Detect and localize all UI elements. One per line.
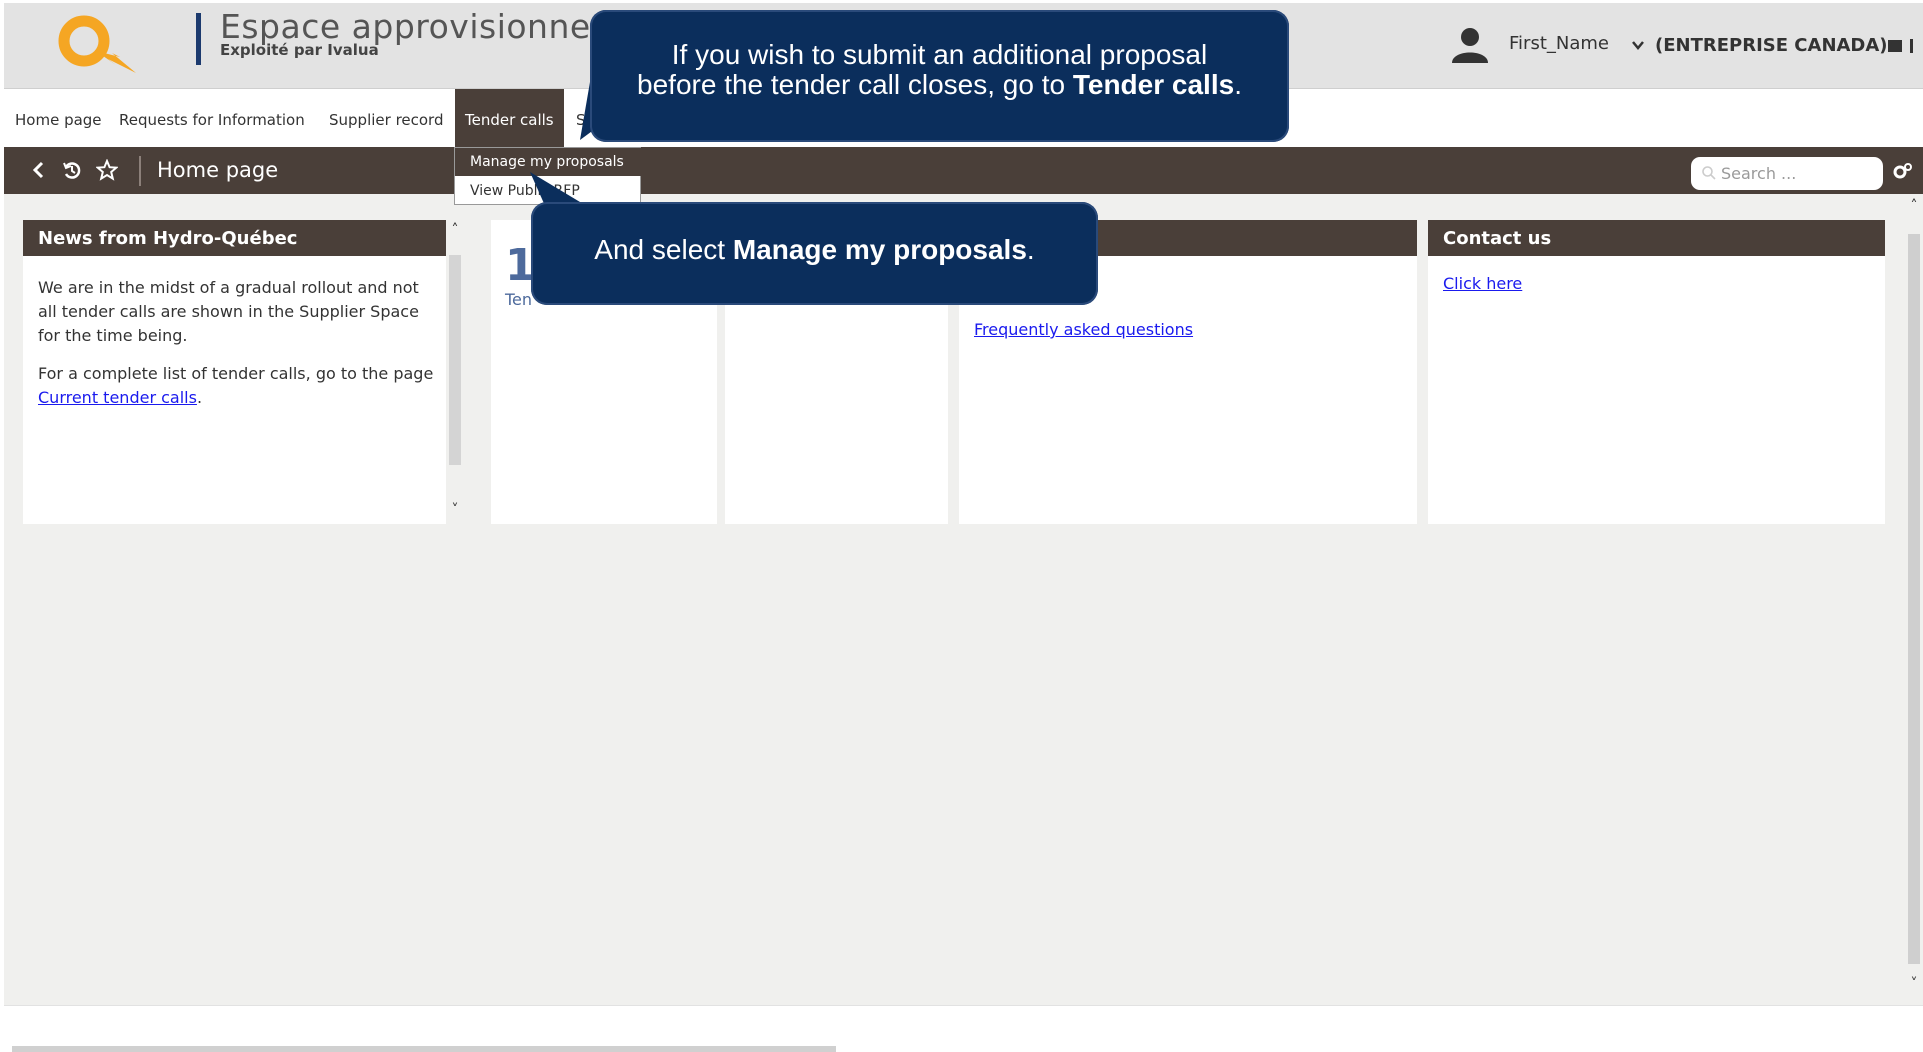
- toolbar-divider: [139, 156, 141, 186]
- callout-manage-proposals-emphasis: Manage my proposals: [732, 234, 1027, 265]
- horizontal-scrollbar[interactable]: [12, 1046, 836, 1052]
- history-icon[interactable]: [61, 159, 83, 181]
- tooltip-callout-tender-calls: If you wish to submit an additional prop…: [590, 10, 1289, 142]
- news-paragraph-link: For a complete list of tender calls, go …: [38, 362, 438, 410]
- menu-item-supplier-record[interactable]: Supplier record: [329, 111, 444, 129]
- page-title: Home page: [157, 158, 279, 182]
- news-panel: News from Hydro-Québec We are in the mid…: [23, 220, 464, 524]
- menu-item-tender-calls[interactable]: Tender calls: [455, 89, 564, 148]
- callout-tender-calls-emphasis: Tender calls: [1072, 69, 1235, 100]
- news-panel-title: News from Hydro-Québec: [23, 220, 464, 256]
- page-scroll-thumb[interactable]: [1908, 234, 1920, 964]
- news-paragraph: We are in the midst of a gradual rollout…: [38, 278, 419, 345]
- contact-link[interactable]: Click here: [1443, 274, 1522, 293]
- user-avatar-icon[interactable]: [1448, 23, 1492, 67]
- news-text-end: .: [196, 388, 203, 407]
- brand-subtitle: Exploité par Ivalua: [220, 41, 379, 59]
- company-name: (ENTREPRISE CANADA): [1655, 35, 1888, 56]
- more-icon[interactable]: [1910, 39, 1913, 53]
- callout-2-end: .: [1026, 234, 1035, 265]
- callout-line-1: If you wish to submit an additional prop…: [671, 39, 1208, 70]
- tooltip-callout-manage-proposals: And select Manage my proposals.: [531, 202, 1098, 305]
- menu-item-rfi[interactable]: Requests for Information: [119, 111, 305, 129]
- page-scroll-down-icon[interactable]: ˅: [1908, 977, 1920, 991]
- callout-line-2-text: before the tender call closes, go to: [637, 69, 1073, 100]
- tender-calls-label: Ten: [505, 290, 533, 309]
- user-name[interactable]: First_Name: [1509, 33, 1609, 54]
- news-scroll-thumb[interactable]: [449, 255, 461, 465]
- scroll-down-icon[interactable]: ˅: [449, 503, 461, 517]
- hydro-quebec-logo[interactable]: [46, 13, 146, 75]
- news-panel-body: We are in the midst of a gradual rollout…: [23, 256, 453, 444]
- favorite-star-icon[interactable]: [96, 159, 118, 181]
- toolbar: Home page: [4, 147, 1923, 194]
- callout-line-2: before the tender call closes, go to Ten…: [590, 70, 1289, 100]
- scroll-up-icon[interactable]: ˄: [449, 223, 461, 237]
- callout-2-text: And select: [594, 234, 733, 265]
- page-scroll-up-icon[interactable]: ˄: [1908, 199, 1920, 213]
- footer: [4, 1005, 1923, 1052]
- back-icon[interactable]: [28, 159, 50, 181]
- news-text: For a complete list of tender calls, go …: [38, 364, 434, 383]
- brand-divider: [196, 13, 201, 65]
- chevron-down-icon[interactable]: [1630, 37, 1646, 53]
- contact-panel-title: Contact us: [1428, 220, 1885, 256]
- search-icon: [1702, 166, 1716, 180]
- faq-link[interactable]: Frequently asked questions: [974, 320, 1193, 339]
- settings-gear-icon[interactable]: [1892, 161, 1914, 181]
- dashboard-area: News from Hydro-Québec We are in the mid…: [4, 194, 1905, 1005]
- menu-item-home[interactable]: Home page: [15, 111, 102, 129]
- news-scrollbar[interactable]: ˄ ˅: [446, 220, 464, 524]
- callout-line-2-end: .: [1234, 69, 1242, 100]
- search-input[interactable]: [1721, 157, 1876, 190]
- contact-panel: Contact us Click here: [1428, 220, 1885, 524]
- search-box[interactable]: [1691, 157, 1883, 190]
- current-tender-calls-link[interactable]: Current tender calls: [38, 388, 197, 407]
- mail-icon[interactable]: [1888, 40, 1902, 52]
- page-scrollbar[interactable]: ˄ ˅: [1905, 194, 1923, 1005]
